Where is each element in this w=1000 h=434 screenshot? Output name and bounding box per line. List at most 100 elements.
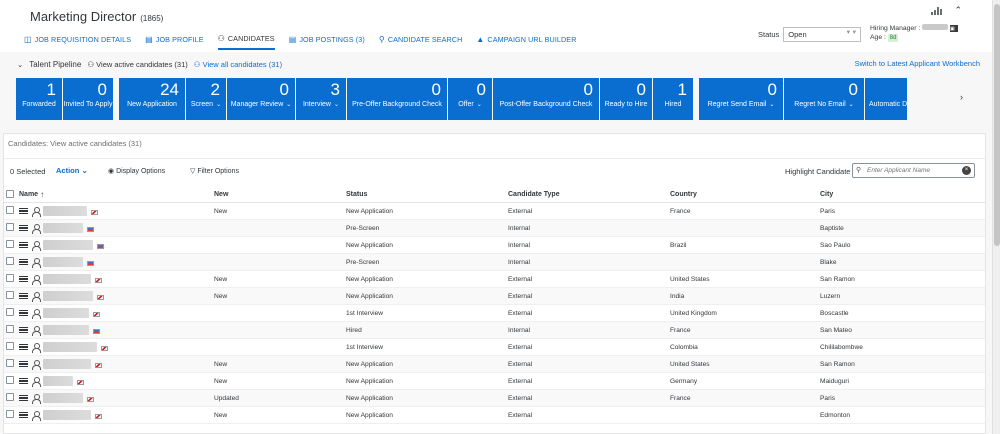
candidate-name[interactable] bbox=[43, 223, 83, 233]
pipeline-stage-regret-send-email[interactable]: 0 Regret Send Email ⌄ bbox=[699, 78, 783, 120]
row-checkbox[interactable] bbox=[6, 359, 14, 367]
tab-job-postings[interactable]: ▤ JOB POSTINGS (3) bbox=[289, 34, 365, 50]
row-menu-icon[interactable] bbox=[19, 394, 28, 402]
row-menu-icon[interactable] bbox=[19, 309, 28, 317]
pipeline-stage-pre-offer-background-check[interactable]: 0 Pre-Offer Background Check bbox=[347, 78, 447, 120]
display-options-button[interactable]: ◉ Display Options bbox=[108, 167, 165, 175]
applicant-name-input[interactable] bbox=[867, 165, 959, 176]
row-menu-icon[interactable] bbox=[19, 343, 28, 351]
pipeline-stage-hired[interactable]: 1 Hired bbox=[653, 78, 693, 120]
row-menu-icon[interactable] bbox=[19, 207, 28, 215]
candidate-name[interactable] bbox=[43, 257, 83, 267]
chevron-down-icon[interactable]: ⌄ bbox=[17, 60, 23, 69]
scrollbar-thumb[interactable] bbox=[994, 4, 1000, 246]
table-row[interactable]: New New Application External India Luzern bbox=[4, 288, 985, 305]
row-menu-icon[interactable] bbox=[19, 411, 28, 419]
row-menu-icon[interactable] bbox=[19, 377, 28, 385]
pipeline-stage-screen[interactable]: 2 Screen ⌄ bbox=[186, 78, 226, 120]
pipeline-stage-new-application[interactable]: 24 New Application bbox=[119, 78, 185, 120]
table-row[interactable]: New New Application External France Paris bbox=[4, 203, 985, 220]
column-header-country[interactable]: Country bbox=[670, 191, 820, 198]
column-header-name[interactable]: Name ↑ bbox=[16, 190, 214, 199]
flag-icon bbox=[95, 414, 102, 419]
table-row[interactable]: Pre-Screen Internal Baptiste bbox=[4, 220, 985, 237]
table-row[interactable]: New New Application External United States S… bbox=[4, 271, 985, 288]
row-menu-icon[interactable] bbox=[19, 224, 28, 232]
table-row[interactable]: Updated New Application External France Pari… bbox=[4, 390, 985, 407]
column-header-city[interactable]: City bbox=[820, 191, 970, 198]
collapse-header-icon[interactable]: ⌃ bbox=[954, 6, 962, 15]
candidate-name[interactable] bbox=[43, 376, 73, 386]
row-checkbox[interactable] bbox=[6, 393, 14, 401]
candidate-name[interactable] bbox=[43, 308, 89, 318]
table-row[interactable]: 1st Interview External Colombia Chililabomb… bbox=[4, 339, 985, 356]
analytics-icon[interactable] bbox=[931, 6, 943, 15]
tab-job-profile[interactable]: ▤ JOB PROFILE bbox=[145, 34, 204, 50]
row-checkbox[interactable] bbox=[6, 206, 14, 214]
pipeline-stage-automatic-d[interactable]: Automatic D bbox=[865, 78, 907, 120]
pipeline-stage-invited-to-apply[interactable]: 0 Invited To Apply bbox=[63, 78, 113, 120]
table-row[interactable]: New New Application External United States S… bbox=[4, 356, 985, 373]
row-menu-icon[interactable] bbox=[19, 360, 28, 368]
candidate-name[interactable] bbox=[43, 359, 91, 369]
row-menu-icon[interactable] bbox=[19, 275, 28, 283]
row-menu-icon[interactable] bbox=[19, 258, 28, 266]
row-checkbox[interactable] bbox=[6, 257, 14, 265]
column-header-new[interactable]: New bbox=[214, 191, 346, 198]
cell-status: 1st Interview bbox=[346, 309, 384, 317]
pipeline-stage-manager-review[interactable]: 0 Manager Review ⌄ bbox=[227, 78, 295, 120]
column-header-status[interactable]: Status bbox=[346, 191, 508, 198]
cell-new: New bbox=[214, 275, 228, 283]
row-checkbox[interactable] bbox=[6, 376, 14, 384]
cell-candidate-type: External bbox=[508, 275, 533, 283]
tab-job-requisition-details[interactable]: ◫ JOB REQUISITION DETAILS bbox=[24, 34, 131, 50]
row-checkbox[interactable] bbox=[6, 291, 14, 299]
status-select[interactable]: Open ▼▼ bbox=[783, 27, 862, 42]
row-checkbox[interactable] bbox=[6, 325, 14, 333]
tab-candidates[interactable]: ⚇ CANDIDATES bbox=[217, 34, 275, 50]
row-checkbox[interactable] bbox=[6, 240, 14, 248]
candidate-name[interactable] bbox=[43, 342, 97, 352]
row-menu-icon[interactable] bbox=[19, 326, 28, 334]
action-button[interactable]: Action ⌄ bbox=[56, 166, 88, 175]
table-row[interactable]: New Application Internal Brazil Sao Paulo bbox=[4, 237, 985, 254]
candidate-name[interactable] bbox=[43, 274, 91, 284]
candidate-name[interactable] bbox=[43, 393, 83, 403]
filter-options-button[interactable]: ▽ Filter Options bbox=[190, 167, 239, 175]
table-row[interactable]: Pre-Screen Internal Blake bbox=[4, 254, 985, 271]
row-checkbox[interactable] bbox=[6, 308, 14, 316]
pipeline-stage-regret-no-email[interactable]: 0 Regret No Email ⌄ bbox=[784, 78, 864, 120]
row-checkbox[interactable] bbox=[6, 342, 14, 350]
chevron-right-icon[interactable]: › bbox=[960, 92, 963, 102]
candidate-name[interactable] bbox=[43, 325, 89, 335]
candidate-name[interactable] bbox=[43, 240, 93, 250]
column-header-candidate-type[interactable]: Candidate Type bbox=[508, 191, 670, 198]
row-checkbox[interactable] bbox=[6, 410, 14, 418]
row-menu-icon[interactable] bbox=[19, 292, 28, 300]
clear-icon[interactable]: × bbox=[962, 166, 971, 175]
all-candidates-link[interactable]: ⚇ View all candidates (31) bbox=[194, 60, 282, 69]
pipeline-stage-post-offer-background-check[interactable]: 0 Post-Offer Background Check bbox=[493, 78, 599, 120]
switch-workbench-link[interactable]: Switch to Latest Applicant Workbench bbox=[855, 59, 980, 68]
active-candidates-toggle[interactable]: ⚇ View active candidates (31) bbox=[87, 60, 187, 69]
contact-card-icon[interactable]: ▣ bbox=[950, 24, 959, 32]
page-scrollbar[interactable] bbox=[992, 0, 1000, 434]
cell-status: New Application bbox=[346, 292, 393, 300]
row-checkbox[interactable] bbox=[6, 274, 14, 282]
row-checkbox[interactable] bbox=[6, 223, 14, 231]
table-row[interactable]: 1st Interview External United Kingdom Bosca… bbox=[4, 305, 985, 322]
pipeline-stage-interview[interactable]: 3 Interview ⌄ bbox=[296, 78, 346, 120]
select-all-checkbox[interactable] bbox=[6, 189, 14, 198]
pipeline-stage-ready-to-hire[interactable]: 0 Ready to Hire bbox=[600, 78, 652, 120]
row-menu-icon[interactable] bbox=[19, 241, 28, 249]
candidate-name[interactable] bbox=[43, 291, 93, 301]
candidate-name[interactable] bbox=[43, 410, 91, 420]
tab-campaign-url-builder[interactable]: ▲ CAMPAIGN URL BUILDER bbox=[476, 34, 576, 50]
table-row[interactable]: New New Application External Edmonton bbox=[4, 407, 985, 424]
pipeline-stage-forwarded[interactable]: 1 Forwarded bbox=[16, 78, 62, 120]
table-row[interactable]: Hired Internal France San Mateo bbox=[4, 322, 985, 339]
pipeline-stage-offer[interactable]: 0 Offer ⌄ bbox=[448, 78, 492, 120]
candidate-name[interactable] bbox=[43, 206, 87, 216]
tab-candidate-search[interactable]: ⚲ CANDIDATE SEARCH bbox=[379, 34, 463, 50]
table-row[interactable]: New New Application External Germany Maidugu… bbox=[4, 373, 985, 390]
